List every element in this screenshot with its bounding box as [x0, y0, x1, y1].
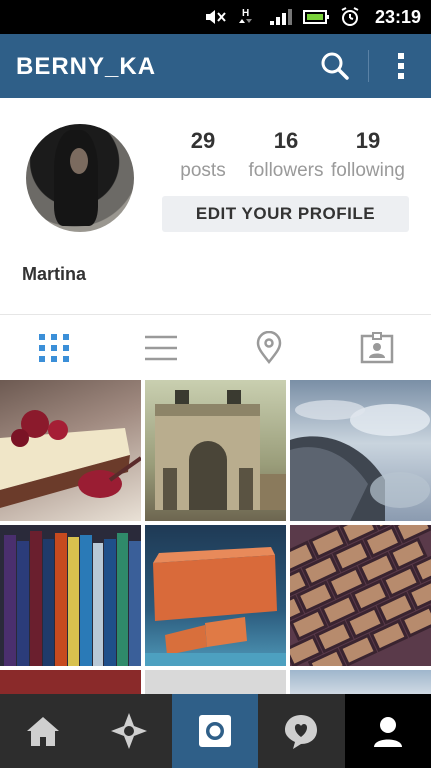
photo-cheesecake[interactable] [0, 380, 141, 521]
location-pin-icon[interactable] [250, 331, 288, 365]
status-bar: H 23:19 [0, 0, 431, 34]
profile-header: 29 posts 16 followers 19 following EDIT … [0, 98, 431, 314]
grid-icon[interactable] [35, 331, 73, 365]
list-icon[interactable] [142, 331, 180, 365]
svg-text:H: H [242, 8, 249, 19]
photo-partial-3[interactable] [290, 670, 431, 694]
photo-books[interactable] [0, 525, 141, 666]
profile-display-name: Martina [22, 264, 87, 284]
followers-stat[interactable]: 16 followers [241, 128, 331, 182]
app-bar-divider [368, 50, 369, 82]
profile-icon [374, 717, 402, 747]
tagged-photos-icon[interactable] [358, 331, 396, 365]
cell-signal-icon [270, 9, 292, 25]
edit-profile-button[interactable]: EDIT YOUR PROFILE [162, 196, 409, 232]
posts-label: posts [180, 160, 226, 181]
following-label: following [331, 160, 405, 181]
home-icon [27, 717, 59, 746]
bottom-nav [0, 694, 431, 768]
nav-home[interactable] [0, 694, 86, 768]
photo-partial-1[interactable] [0, 670, 141, 694]
photo-airplane-window[interactable] [290, 380, 431, 521]
explore-icon [111, 713, 147, 749]
activity-icon [285, 715, 317, 749]
camera-icon [199, 715, 231, 747]
photo-brick-soap[interactable] [145, 525, 286, 666]
search-icon[interactable] [319, 50, 351, 82]
nav-activity[interactable] [258, 694, 344, 768]
following-count: 19 [355, 128, 381, 153]
more-vert-icon[interactable] [389, 50, 413, 82]
app-bar: BERNY_KA [0, 34, 431, 98]
photo-partial-2[interactable] [145, 670, 286, 694]
alarm-icon [341, 7, 359, 26]
battery-icon [303, 10, 329, 24]
posts-stat[interactable]: 29 posts [158, 128, 248, 182]
view-tabs [0, 314, 431, 381]
nav-profile[interactable] [345, 694, 431, 768]
nav-camera[interactable] [172, 694, 258, 768]
hspa-signal-icon: H [239, 8, 252, 23]
posts-count: 29 [190, 128, 216, 153]
app-bar-title: BERNY_KA [16, 53, 157, 80]
nav-explore[interactable] [86, 694, 172, 768]
photo-cobblestones[interactable] [290, 525, 431, 666]
following-stat[interactable]: 19 following [323, 128, 413, 182]
mute-icon [206, 10, 226, 24]
followers-count: 16 [273, 128, 299, 153]
avatar[interactable] [26, 124, 134, 232]
followers-label: followers [248, 160, 324, 181]
photo-arch[interactable] [145, 380, 286, 521]
clock: 23:19 [374, 7, 421, 27]
photo-grid [0, 380, 431, 694]
